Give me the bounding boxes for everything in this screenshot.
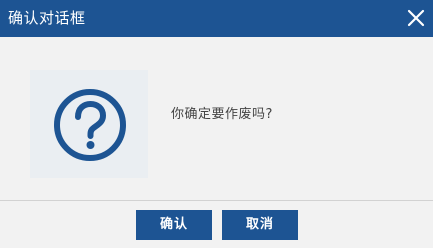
cancel-button[interactable]: 取消 (222, 210, 298, 240)
question-icon-container (30, 70, 148, 178)
confirm-dialog: 确认对话框 你确定要作废吗? 确认 取消 (0, 0, 433, 248)
dialog-title: 确认对话框 (8, 9, 86, 27)
confirm-button[interactable]: 确认 (136, 210, 212, 240)
dialog-titlebar: 确认对话框 (0, 0, 433, 37)
close-button[interactable] (405, 7, 427, 29)
dialog-footer: 确认 取消 (0, 201, 433, 248)
dialog-message: 你确定要作废吗? (171, 107, 273, 122)
close-icon (407, 9, 425, 27)
dialog-content: 你确定要作废吗? (0, 37, 433, 200)
question-circle-icon (54, 89, 126, 161)
